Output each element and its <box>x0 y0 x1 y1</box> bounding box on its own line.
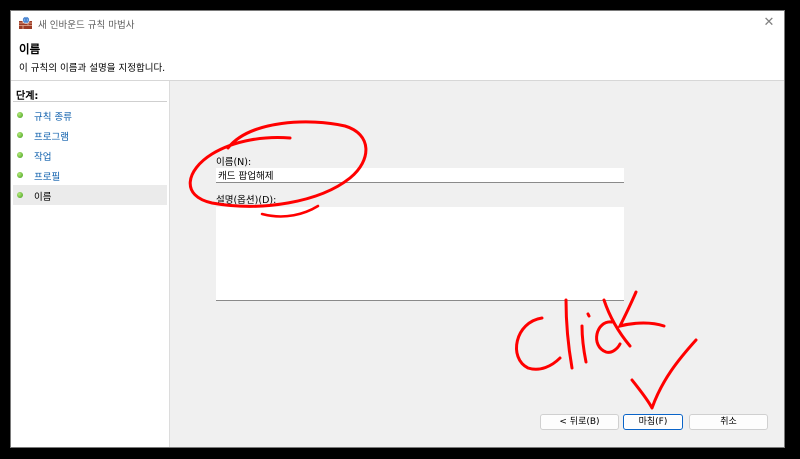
finish-button[interactable]: 마침(F) <box>623 414 683 430</box>
step-bullet-icon <box>17 152 23 158</box>
step-rule-type[interactable]: 규칙 종류 <box>13 105 167 125</box>
step-label: 작업 <box>34 152 52 163</box>
step-bullet-icon <box>17 132 23 138</box>
back-button[interactable]: < 뒤로(B) <box>540 414 619 430</box>
steps-heading: 단계: <box>16 91 39 102</box>
step-profile[interactable]: 프로필 <box>13 165 167 185</box>
cancel-button[interactable]: 취소 <box>689 414 768 430</box>
page-header: 이름 이 규칙의 이름과 설명을 지정합니다. <box>11 36 784 81</box>
name-label: 이름(N): <box>216 157 252 168</box>
firewall-app-icon <box>19 16 32 29</box>
step-name[interactable]: 이름 <box>13 185 167 205</box>
name-input[interactable] <box>216 168 624 183</box>
step-bullet-icon <box>17 192 23 198</box>
page-description: 이 규칙의 이름과 설명을 지정합니다. <box>19 63 166 74</box>
page-title: 이름 <box>19 42 41 56</box>
step-label: 프로필 <box>34 172 61 183</box>
description-textarea[interactable] <box>216 207 624 301</box>
content-pane: 이름(N): 설명(옵션)(D): < 뒤로(B) 마침(F) 취소 <box>170 81 784 447</box>
title-bar: 새 인바운드 규칙 마법사 ✕ <box>11 11 784 36</box>
step-label: 규칙 종류 <box>34 112 72 123</box>
steps-divider <box>13 101 167 102</box>
step-label: 이름 <box>34 192 52 203</box>
step-bullet-icon <box>17 112 23 118</box>
steps-pane: 단계: 규칙 종류 프로그램 작업 프로필 이름 <box>11 81 170 447</box>
step-action[interactable]: 작업 <box>13 145 167 165</box>
step-bullet-icon <box>17 172 23 178</box>
close-button[interactable]: ✕ <box>754 11 784 36</box>
wizard-window: 새 인바운드 규칙 마법사 ✕ 이름 이 규칙의 이름과 설명을 지정합니다. … <box>10 10 785 448</box>
step-program[interactable]: 프로그램 <box>13 125 167 145</box>
description-label: 설명(옵션)(D): <box>216 195 277 206</box>
step-label: 프로그램 <box>34 132 69 143</box>
window-title: 새 인바운드 규칙 마법사 <box>38 20 135 31</box>
close-icon: ✕ <box>763 15 775 30</box>
